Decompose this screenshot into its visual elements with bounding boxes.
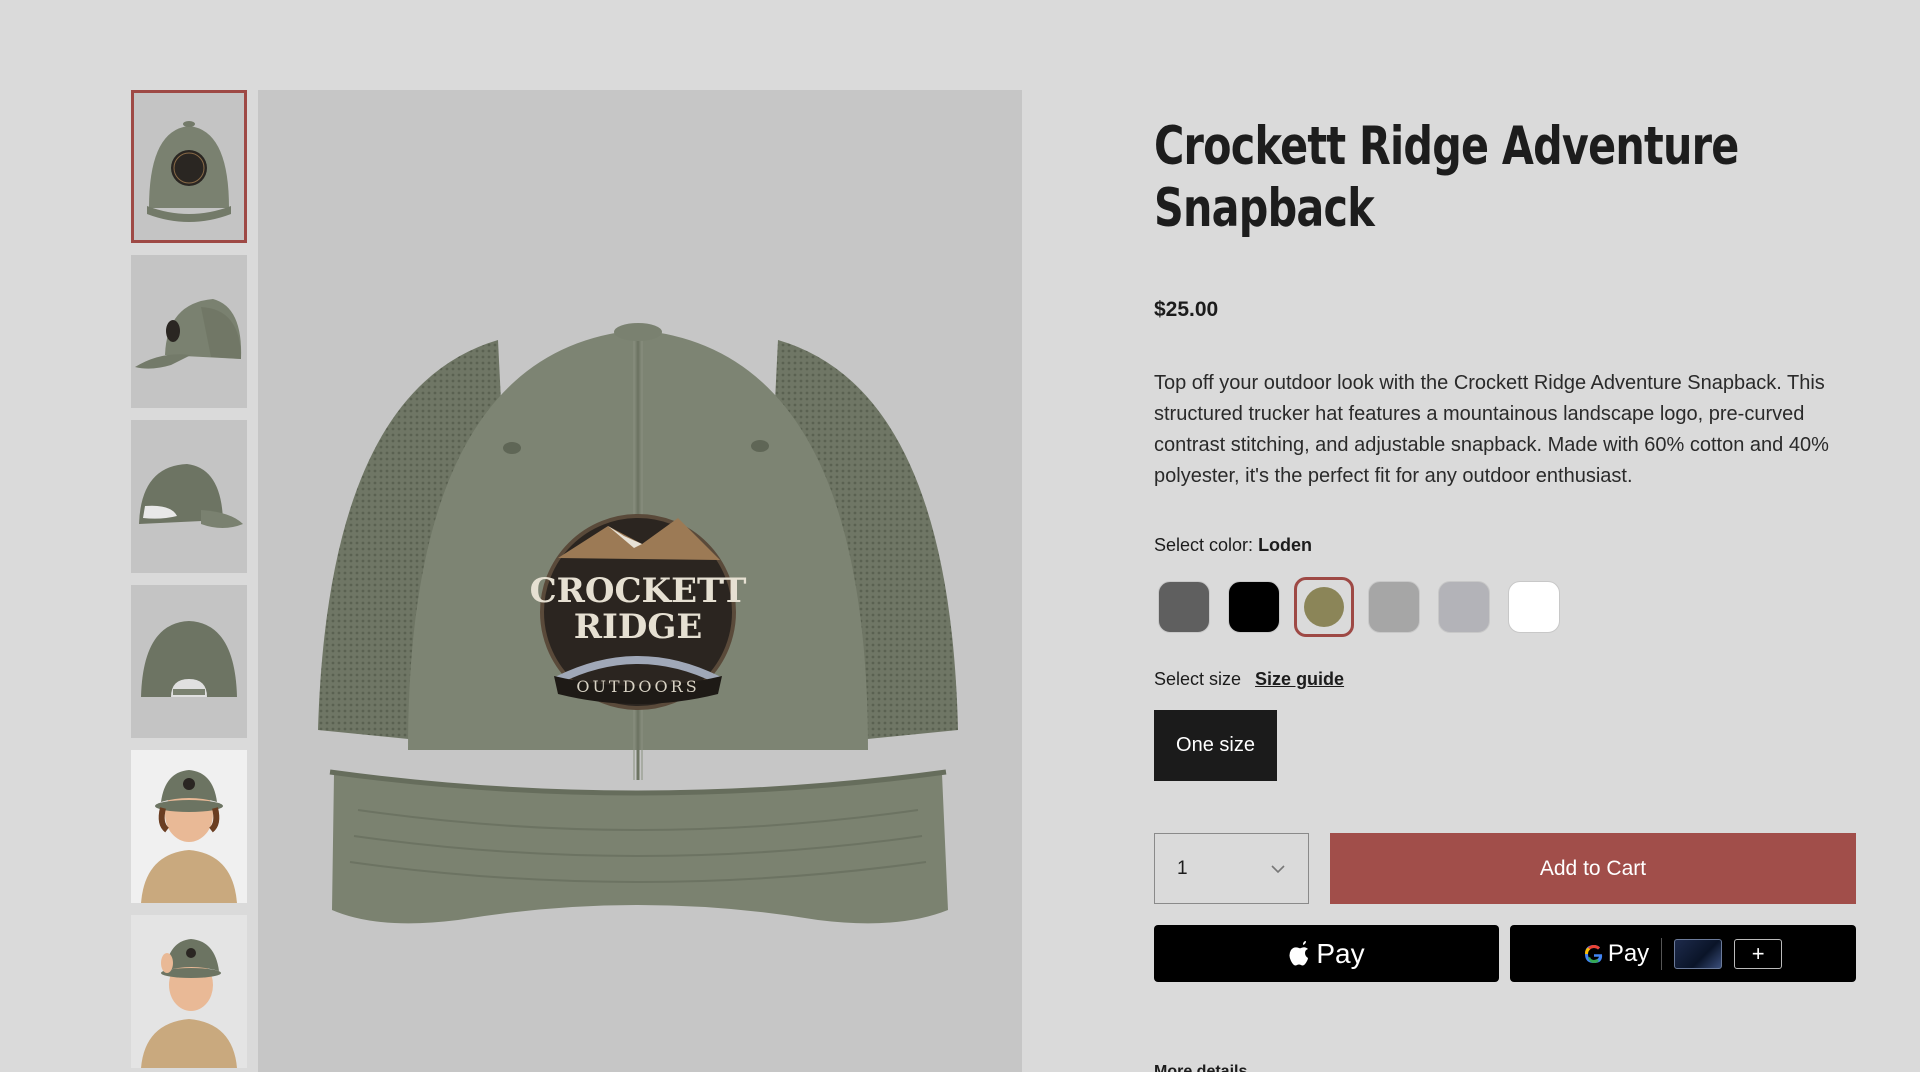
logo-text-crockett: CROCKETT — [530, 571, 747, 611]
selected-color-name: Loden — [1258, 535, 1313, 555]
product-page: CROCKETT RIDGE OUTDOORS Crockett Ridge A… — [0, 0, 1920, 1072]
add-to-cart-button[interactable]: Add to Cart — [1330, 833, 1856, 904]
hat-front-image-icon: CROCKETT RIDGE OUTDOORS — [318, 323, 958, 924]
size-label: Select size — [1154, 669, 1242, 689]
swatch-color — [1438, 581, 1490, 633]
size-row: Select size Size guide — [1154, 669, 1344, 690]
thumbnail-back-angle[interactable] — [131, 420, 247, 573]
swatch-white[interactable] — [1504, 577, 1564, 637]
quantity-select[interactable]: 1 — [1154, 833, 1309, 904]
model-photo-icon — [131, 915, 247, 1068]
card-icon — [1674, 938, 1723, 969]
size-guide-link[interactable]: Size guide — [1255, 669, 1344, 690]
hat-side-thumb-icon — [135, 299, 242, 369]
swatch-color — [1228, 581, 1280, 633]
product-description: Top off your outdoor look with the Crock… — [1154, 372, 1829, 487]
thumbnail-model-2[interactable] — [131, 915, 247, 1068]
add-card-plus-icon: + — [1734, 938, 1783, 969]
swatch-color — [1508, 581, 1560, 633]
model-photo-icon — [131, 750, 247, 903]
apple-logo-icon — [1289, 940, 1309, 965]
product-price: $25.00 — [1154, 298, 1219, 321]
color-label-text: Select color: — [1154, 535, 1254, 555]
swatch-light-grey[interactable] — [1434, 577, 1494, 637]
thumbnail-list — [131, 90, 247, 1072]
swatch-color — [1304, 587, 1344, 627]
main-product-image[interactable]: CROCKETT RIDGE OUTDOORS — [258, 90, 1022, 1072]
swatch-black[interactable] — [1224, 577, 1284, 637]
thumbnail-front[interactable] — [131, 90, 247, 243]
size-option-one-size[interactable]: One size — [1154, 710, 1277, 781]
color-label: Select color: Loden — [1154, 535, 1312, 556]
google-pay-label: Pay — [1607, 939, 1650, 967]
color-swatches — [1154, 577, 1574, 637]
hat-back-thumb-icon — [141, 621, 237, 697]
apple-pay-button[interactable]: Pay — [1154, 925, 1499, 982]
swatch-color — [1368, 581, 1420, 633]
chevron-down-icon — [1271, 864, 1285, 873]
thumbnail-back[interactable] — [131, 585, 247, 738]
swatch-grey[interactable] — [1364, 577, 1424, 637]
google-pay-separator — [1661, 937, 1663, 970]
swatch-color — [1158, 581, 1210, 633]
product-info: Crockett Ridge Adventure Snapback $25.00… — [1154, 116, 1856, 1072]
quantity-value: 1 — [1177, 857, 1188, 879]
thumbnail-side[interactable] — [131, 255, 247, 408]
google-g-icon — [1584, 944, 1602, 963]
logo-text-outdoors: OUTDOORS — [576, 677, 699, 696]
google-pay-mark: Pay — [1584, 940, 1649, 968]
google-pay-button[interactable]: Pay + — [1510, 925, 1856, 982]
hat-front-thumb-icon — [147, 121, 231, 222]
thumbnail-model-1[interactable] — [131, 750, 247, 903]
hat-back-angle-thumb-icon — [139, 464, 243, 528]
more-details-heading[interactable]: More details — [1154, 1063, 1247, 1072]
logo-text-ridge: RIDGE — [574, 607, 703, 647]
apple-pay-label: Pay — [1316, 937, 1365, 969]
swatch-loden[interactable] — [1294, 577, 1354, 637]
product-title: Crockett Ridge Adventure Snapback — [1154, 116, 1739, 239]
swatch-charcoal[interactable] — [1154, 577, 1214, 637]
